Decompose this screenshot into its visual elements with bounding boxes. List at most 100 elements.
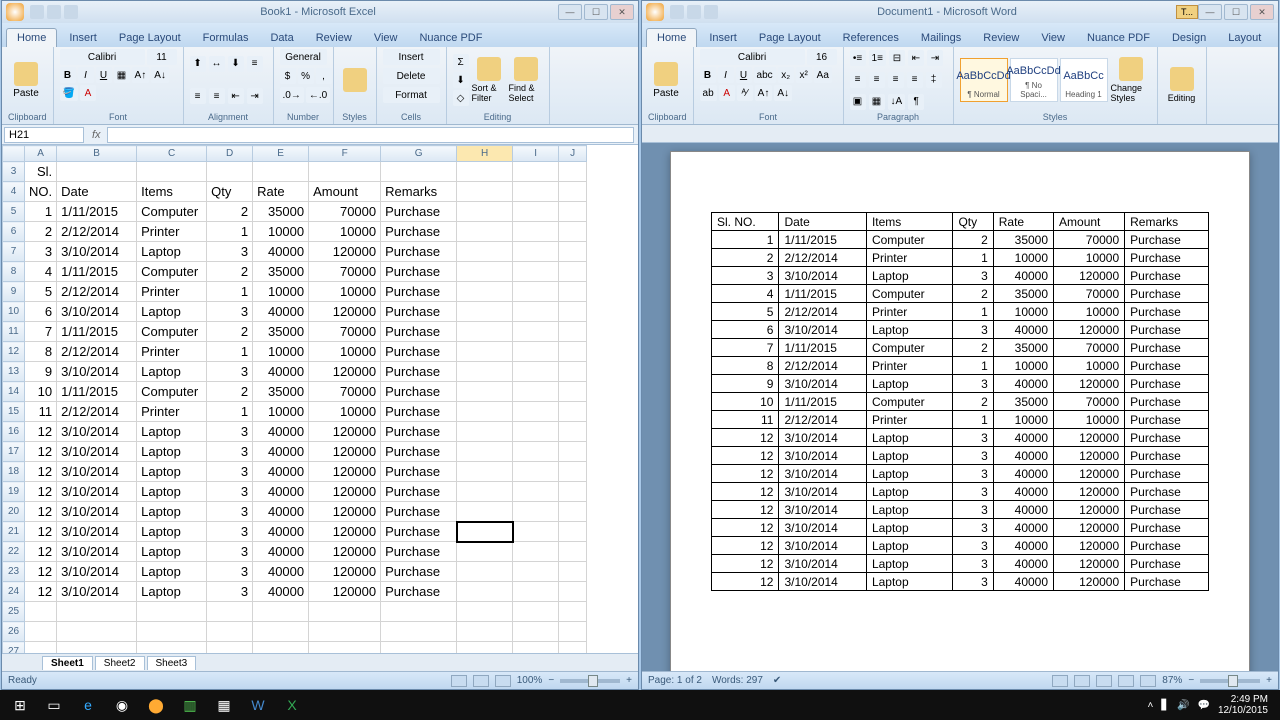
table-cell[interactable]: 10000	[1054, 303, 1125, 321]
fx-icon[interactable]: fx	[86, 129, 107, 141]
row-header[interactable]: 12	[3, 342, 25, 362]
table-cell[interactable]: 3	[953, 429, 993, 447]
word-titlebar[interactable]: Document1 - Microsoft Word T... — ☐ ✕	[642, 1, 1278, 23]
zoom-slider[interactable]	[1200, 679, 1260, 683]
cell[interactable]: Purchase	[381, 542, 457, 562]
clear-button[interactable]: ◇	[453, 90, 469, 106]
cell[interactable]: 1	[207, 402, 253, 422]
cell[interactable]	[457, 362, 513, 382]
table-cell[interactable]: 35000	[993, 393, 1053, 411]
cell[interactable]: Computer	[137, 322, 207, 342]
font-color-button[interactable]: A	[719, 85, 735, 101]
font-color-button[interactable]: A	[80, 85, 96, 101]
cell[interactable]: 3	[207, 562, 253, 582]
cell[interactable]: 70000	[309, 382, 381, 402]
table-cell[interactable]: Printer	[866, 303, 953, 321]
cell[interactable]: Purchase	[381, 302, 457, 322]
table-cell[interactable]: 10000	[1054, 249, 1125, 267]
cell[interactable]	[457, 582, 513, 602]
cell[interactable]: Purchase	[381, 202, 457, 222]
cell[interactable]	[457, 542, 513, 562]
word-count[interactable]: Words: 297	[712, 675, 763, 686]
table-cell[interactable]: Purchase	[1125, 339, 1209, 357]
table-cell[interactable]: 40000	[993, 267, 1053, 285]
number-format-select[interactable]: General	[280, 49, 327, 65]
normal-view-button[interactable]	[451, 675, 467, 687]
table-cell[interactable]: 70000	[1054, 393, 1125, 411]
table-cell[interactable]: Purchase	[1125, 537, 1209, 555]
cell[interactable]: 10000	[309, 402, 381, 422]
cell[interactable]: 3	[207, 442, 253, 462]
table-cell[interactable]: 120000	[1054, 465, 1125, 483]
table-cell[interactable]: 40000	[993, 573, 1053, 591]
page-break-view-button[interactable]	[495, 675, 511, 687]
table-cell[interactable]: 6	[712, 321, 779, 339]
cell[interactable]: 1/11/2015	[57, 322, 137, 342]
table-cell[interactable]: 12	[712, 465, 779, 483]
borders-button[interactable]: ▦	[869, 94, 885, 110]
zoom-out-button[interactable]: −	[548, 675, 554, 686]
col-header-B[interactable]: B	[57, 146, 137, 162]
font-size-select[interactable]: 11	[147, 49, 177, 65]
table-cell[interactable]: 12	[712, 483, 779, 501]
align-left-button[interactable]: ≡	[247, 56, 263, 72]
cell[interactable]: Laptop	[137, 242, 207, 262]
editing-button[interactable]: Editing	[1164, 59, 1200, 111]
align-center-button[interactable]: ≡	[190, 88, 206, 104]
cell[interactable]: Computer	[137, 202, 207, 222]
line-spacing-button[interactable]: ‡	[926, 72, 942, 88]
cell[interactable]	[457, 202, 513, 222]
cell[interactable]: Purchase	[381, 382, 457, 402]
cell[interactable]: 40000	[253, 442, 309, 462]
tab-home[interactable]: Home	[6, 28, 57, 47]
table-cell[interactable]: Purchase	[1125, 447, 1209, 465]
undo-icon[interactable]	[687, 5, 701, 19]
cell[interactable]: Purchase	[381, 442, 457, 462]
cell[interactable]: Laptop	[137, 362, 207, 382]
table-cell[interactable]: 2	[953, 285, 993, 303]
cell[interactable]	[457, 442, 513, 462]
cell[interactable]: Laptop	[137, 502, 207, 522]
table-cell[interactable]: 1	[953, 357, 993, 375]
align-right-button[interactable]: ≡	[209, 88, 225, 104]
col-header-G[interactable]: G	[381, 146, 457, 162]
cell[interactable]	[457, 242, 513, 262]
decrease-decimal-button[interactable]: ←.0	[306, 87, 330, 103]
table-cell[interactable]: 2	[953, 339, 993, 357]
row-header[interactable]: 15	[3, 402, 25, 422]
table-cell[interactable]: 7	[712, 339, 779, 357]
table-cell[interactable]: 3/10/2014	[779, 501, 866, 519]
cell[interactable]: Purchase	[381, 282, 457, 302]
save-icon[interactable]	[30, 5, 44, 19]
cell[interactable]: Purchase	[381, 362, 457, 382]
table-cell[interactable]: Purchase	[1125, 411, 1209, 429]
cell[interactable]: 12	[25, 582, 57, 602]
table-cell[interactable]: 120000	[1054, 321, 1125, 339]
subscript-button[interactable]: x₂	[778, 67, 794, 83]
cell[interactable]: 2	[207, 202, 253, 222]
cell[interactable]	[457, 282, 513, 302]
styles-button[interactable]	[340, 54, 370, 106]
table-cell[interactable]: 12	[712, 429, 779, 447]
table-cell[interactable]: 5	[712, 303, 779, 321]
table-cell[interactable]: 120000	[1054, 573, 1125, 591]
col-header-A[interactable]: A	[25, 146, 57, 162]
tab-review[interactable]: Review	[973, 29, 1029, 47]
cell[interactable]	[457, 462, 513, 482]
close-button[interactable]: ✕	[610, 4, 634, 20]
format-cells-button[interactable]: Format	[383, 87, 440, 103]
table-cell[interactable]: Computer	[866, 285, 953, 303]
table-cell[interactable]: 2/12/2014	[779, 357, 866, 375]
table-cell[interactable]: 3/10/2014	[779, 519, 866, 537]
col-header-F[interactable]: F	[309, 146, 381, 162]
full-screen-view-button[interactable]	[1074, 675, 1090, 687]
table-cell[interactable]: 3/10/2014	[779, 375, 866, 393]
table-cell[interactable]: 3	[953, 321, 993, 339]
cell[interactable]: 1	[207, 282, 253, 302]
notifications-icon[interactable]: 💬	[1197, 700, 1209, 711]
cell[interactable]: 35000	[253, 322, 309, 342]
style-item[interactable]: AaBbCcDd¶ No Spaci...	[1010, 58, 1058, 102]
style-item[interactable]: AaBbCcDd¶ Normal	[960, 58, 1008, 102]
bold-button[interactable]: B	[700, 67, 716, 83]
start-button[interactable]: ⊞	[4, 692, 36, 718]
